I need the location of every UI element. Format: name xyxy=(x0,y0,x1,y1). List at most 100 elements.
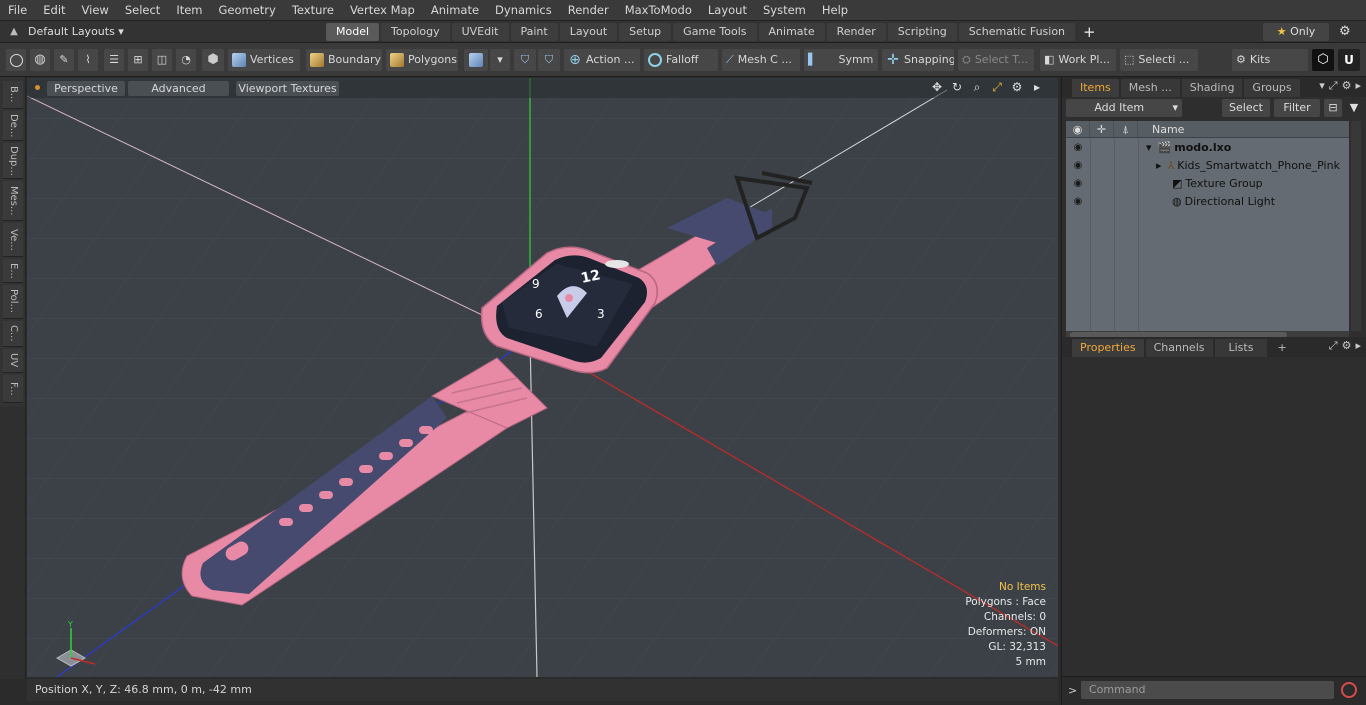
record-icon[interactable] xyxy=(1341,682,1357,698)
perspective-button[interactable]: Perspective xyxy=(47,81,125,96)
unreal-button[interactable]: U xyxy=(1338,49,1360,71)
visibility-column-icon[interactable]: ◉ xyxy=(1066,121,1090,137)
rotate-button[interactable]: ◔ xyxy=(176,49,196,71)
viewport-textures-button[interactable]: Viewport Textures xyxy=(236,81,339,96)
selection-sets-button[interactable]: ⬚ Selecti ... xyxy=(1120,49,1198,71)
brush-button[interactable]: ⌇ xyxy=(78,49,98,71)
eye-icon[interactable]: ◉ xyxy=(1066,196,1090,207)
menu-texture[interactable]: Texture xyxy=(284,0,342,21)
tab-render[interactable]: Render xyxy=(826,22,886,41)
menu-maxtomodo[interactable]: MaxToModo xyxy=(617,0,700,21)
panel-gear-icon[interactable]: ⚙ xyxy=(1342,79,1352,93)
tab-schematic-fusion[interactable]: Schematic Fusion xyxy=(958,22,1076,41)
left-tab-fusion[interactable]: F... xyxy=(3,375,23,403)
viewport-settings-icon[interactable]: ⚙ xyxy=(1010,80,1024,95)
frame-button[interactable]: ◫ xyxy=(152,49,172,71)
tree-row-directional-light[interactable]: ◉ ◍ Directional Light xyxy=(1066,192,1349,210)
name-column-header[interactable]: Name xyxy=(1138,121,1184,137)
tab-mesh-ops[interactable]: Mesh ... xyxy=(1120,79,1180,97)
pen-button[interactable]: ✎ xyxy=(54,49,74,71)
left-tab-edge[interactable]: E... xyxy=(3,259,23,283)
collapse-arrow-icon[interactable]: ▸ xyxy=(1138,159,1162,172)
command-input[interactable]: Command xyxy=(1081,681,1334,699)
select-button[interactable]: Select xyxy=(1222,99,1270,117)
move-view-icon[interactable]: ✥ xyxy=(930,80,944,95)
tab-topology[interactable]: Topology xyxy=(381,22,450,41)
kits-button[interactable]: ⚙ Kits xyxy=(1232,49,1308,71)
eye-icon[interactable]: ◉ xyxy=(1066,142,1090,153)
props-gear-icon[interactable]: ⚙ xyxy=(1342,339,1352,353)
tab-items[interactable]: Items xyxy=(1072,79,1119,97)
symmetry-shield-button[interactable]: ⛉ xyxy=(514,49,536,71)
fit-view-icon[interactable]: ⤢ xyxy=(990,80,1004,95)
panel-more-icon[interactable]: ▸ xyxy=(1355,79,1361,93)
item-mode-button[interactable]: ⬢ xyxy=(202,49,224,71)
menu-view[interactable]: View xyxy=(74,0,117,21)
symmetry-button[interactable]: ▌Symm ... xyxy=(804,49,878,71)
funnel-filter-button[interactable]: ▼ xyxy=(1346,99,1362,117)
polygons-button[interactable]: Polygons xyxy=(386,49,458,71)
left-tab-polygon[interactable]: Pol... xyxy=(3,285,23,319)
3d-viewport[interactable]: 12 9 3 6 Perspective Advanced Viewport T… xyxy=(27,78,1058,677)
tree-row-scene[interactable]: ◉ ▾ 🎬 modo.lxo xyxy=(1066,138,1349,156)
tab-properties[interactable]: Properties xyxy=(1072,339,1144,357)
menu-select[interactable]: Select xyxy=(117,0,168,21)
left-tab-uv[interactable]: UV xyxy=(3,349,23,373)
select-mode-button[interactable] xyxy=(6,49,26,71)
add-tab-icon[interactable]: + xyxy=(1077,23,1102,41)
filter-button[interactable]: Filter xyxy=(1274,99,1320,117)
menu-help[interactable]: Help xyxy=(814,0,856,21)
add-panel-tab-icon[interactable]: + xyxy=(1269,339,1294,357)
zoom-view-icon[interactable]: ⌕ xyxy=(970,80,984,95)
falloff-button[interactable]: Falloff xyxy=(644,49,718,71)
tab-uvedit[interactable]: UVEdit xyxy=(451,22,509,41)
only-toggle[interactable]: ★ Only xyxy=(1263,23,1329,41)
rotate-view-icon[interactable]: ↻ xyxy=(950,80,964,95)
transform-button[interactable]: ⊞ xyxy=(128,49,148,71)
snapping-button[interactable]: ✛ Snapping xyxy=(882,49,954,71)
menu-animate[interactable]: Animate xyxy=(423,0,487,21)
panel-dropdown-icon[interactable]: ▾ xyxy=(1319,79,1325,93)
menu-render[interactable]: Render xyxy=(560,0,617,21)
tab-game-tools[interactable]: Game Tools xyxy=(673,22,757,41)
menu-geometry[interactable]: Geometry xyxy=(211,0,284,21)
props-more-icon[interactable]: ▸ xyxy=(1355,339,1361,353)
globe-button[interactable]: ◍ xyxy=(30,49,50,71)
tab-paint[interactable]: Paint xyxy=(510,22,558,41)
left-tab-curve[interactable]: C... xyxy=(3,321,23,347)
boundary-button[interactable]: Boundary xyxy=(306,49,382,71)
menu-edit[interactable]: Edit xyxy=(35,0,73,21)
material-dropdown[interactable]: ▾ xyxy=(490,49,510,71)
props-expand-icon[interactable]: ⤢ xyxy=(1329,339,1338,353)
menu-item[interactable]: Item xyxy=(168,0,210,21)
tab-channels[interactable]: Channels xyxy=(1145,339,1213,357)
lock-column-icon[interactable]: ✛ xyxy=(1090,121,1114,137)
layout-selector[interactable]: Default Layouts ▾ xyxy=(28,25,124,38)
material-button[interactable] xyxy=(464,49,488,71)
tab-layout[interactable]: Layout xyxy=(559,22,618,41)
left-tab-basic[interactable]: B... xyxy=(3,81,23,109)
tree-vertical-scrollbar[interactable] xyxy=(1351,121,1361,331)
menu-dynamics[interactable]: Dynamics xyxy=(487,0,560,21)
left-tab-mesh-edit[interactable]: Mes... xyxy=(3,181,23,221)
menu-system[interactable]: System xyxy=(755,0,814,21)
advanced-button[interactable]: Advanced xyxy=(128,81,229,96)
tree-row-texture-group[interactable]: ◉ ◩ Texture Group xyxy=(1066,174,1349,192)
select-through-button[interactable]: ⛭ Select T... xyxy=(958,49,1034,71)
collapse-button[interactable]: ⊟ xyxy=(1324,99,1342,117)
vertices-button[interactable]: Vertices xyxy=(228,49,300,71)
menu-layout[interactable]: Layout xyxy=(700,0,755,21)
menu-file[interactable]: File xyxy=(0,0,35,21)
tab-animate[interactable]: Animate xyxy=(758,22,825,41)
expand-arrow-icon[interactable]: ▾ xyxy=(1138,141,1152,154)
tab-groups[interactable]: Groups xyxy=(1244,79,1300,97)
tree-row-mesh[interactable]: ◉ ▸ ⅄ Kids_Smartwatch_Phone_Pink xyxy=(1066,156,1349,174)
align-button[interactable]: ☰ xyxy=(104,49,124,71)
left-tab-deform[interactable]: De... xyxy=(3,111,23,141)
menu-vertex-map[interactable]: Vertex Map xyxy=(342,0,423,21)
modo-cube-button[interactable]: ⬡ xyxy=(1312,49,1334,71)
work-plane-button[interactable]: ◧ Work Pl... xyxy=(1040,49,1116,71)
tab-setup[interactable]: Setup xyxy=(619,22,672,41)
panel-expand-icon[interactable]: ⤢ xyxy=(1329,79,1338,93)
add-item-button[interactable]: Add Item ▾ xyxy=(1066,99,1182,117)
